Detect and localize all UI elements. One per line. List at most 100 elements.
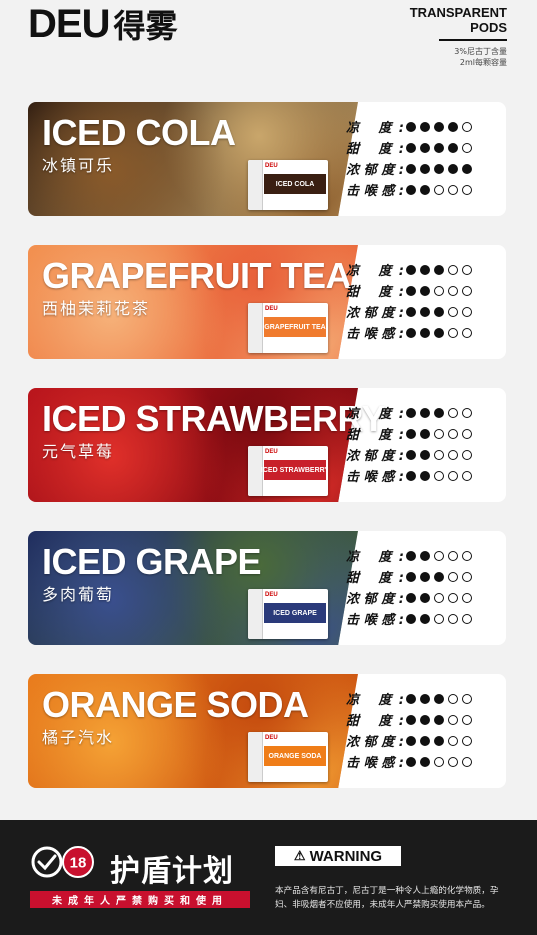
rating-dots — [406, 550, 476, 561]
rating-dot-filled — [420, 714, 430, 725]
rating-label: 甜 度: — [346, 714, 404, 729]
rating-dot-filled — [420, 428, 430, 439]
flavor-ratings: 凉 度: 甜 度: 浓郁度: 击喉感: — [346, 688, 476, 772]
rating-dot-empty — [448, 264, 458, 275]
rating-row-sweetness: 甜 度: — [346, 280, 476, 301]
warning-word: WARNING — [309, 847, 383, 865]
spec-volume: 2ml每颗容量 — [459, 58, 507, 67]
rating-dot-empty — [448, 735, 458, 746]
rating-dot-filled — [420, 592, 430, 603]
rating-dots — [406, 592, 476, 603]
rating-dot-empty — [448, 693, 458, 704]
age-18-badge-icon: 18 — [31, 846, 94, 878]
rating-dot-filled — [420, 550, 430, 561]
rating-dot-filled — [420, 285, 430, 296]
rating-row-throat-hit: 击喉感: — [346, 322, 476, 343]
rating-dot-filled — [434, 407, 444, 418]
rating-dots — [406, 184, 476, 195]
product-package: DEU ICED GRAPE — [248, 589, 328, 639]
rating-label: 凉 度: — [346, 264, 404, 279]
flavor-ratings: 凉 度: 甜 度: 浓郁度: 击喉感: — [346, 116, 476, 200]
rating-dot-empty — [462, 571, 472, 582]
rating-dot-empty — [448, 613, 458, 624]
rating-dot-filled — [434, 121, 444, 132]
flavor-ratings: 凉 度: 甜 度: 浓郁度: 击喉感: — [346, 545, 476, 629]
rating-dot-filled — [406, 613, 416, 624]
logo-chinese-name: 得雾 — [113, 7, 178, 45]
rating-dot-empty — [462, 693, 472, 704]
rating-row-richness: 浓郁度: — [346, 301, 476, 322]
rating-row-sweetness: 甜 度: — [346, 423, 476, 444]
package-brand: DEU — [265, 163, 278, 169]
flavor-name-en: GRAPEFRUIT TEA — [42, 255, 352, 296]
rating-dot-empty — [448, 407, 458, 418]
rating-dot-filled — [420, 449, 430, 460]
product-line-word2: PODS — [470, 20, 507, 35]
rating-dot-filled — [406, 142, 416, 153]
rating-dot-filled — [420, 693, 430, 704]
warning-text: 本产品含有尼古丁，尼古丁是一种令人上瘾的化学物质，孕妇、非吸烟者不应使用，未成年… — [275, 886, 499, 910]
package-flavor-label: ORANGE SODA — [264, 746, 326, 766]
rating-dot-filled — [434, 163, 444, 174]
rating-row-sweetness: 甜 度: — [346, 137, 476, 158]
package-side — [248, 303, 263, 353]
flavor-name-cn: 多肉葡萄 — [42, 585, 115, 604]
rating-dot-filled — [420, 163, 430, 174]
rating-row-throat-hit: 击喉感: — [346, 465, 476, 486]
rating-row-coolness: 凉 度: — [346, 259, 476, 280]
rating-dot-filled — [406, 571, 416, 582]
rating-dots — [406, 693, 476, 704]
package-flavor-label: ICED GRAPE — [264, 603, 326, 623]
flavor-card: ICED GRAPE 多肉葡萄 DEU ICED GRAPE 凉 度: 甜 度: 浓郁度: 击… — [28, 531, 506, 645]
rating-dots — [406, 407, 476, 418]
flavor-name-en: ORANGE SODA — [42, 684, 309, 725]
spec-nicotine: 3%尼古丁含量 — [454, 47, 507, 56]
rating-dots — [406, 121, 476, 132]
rating-dots — [406, 264, 476, 275]
rating-dot-filled — [420, 613, 430, 624]
rating-dots — [406, 571, 476, 582]
rating-dot-empty — [462, 327, 472, 338]
rating-dot-empty — [448, 550, 458, 561]
rating-dot-filled — [406, 163, 416, 174]
rating-label: 击喉感: — [346, 327, 404, 342]
rating-dot-empty — [448, 449, 458, 460]
rating-dot-empty — [462, 428, 472, 439]
rating-dot-empty — [448, 571, 458, 582]
flavor-name-en: ICED GRAPE — [42, 541, 262, 582]
rating-dot-empty — [448, 306, 458, 317]
product-line-title: TRANSPARENT PODS — [410, 5, 507, 45]
flavor-card: ICED COLA 冰镇可乐 DEU ICED COLA 凉 度: 甜 度: 浓郁度: 击喉感… — [28, 102, 506, 216]
flavor-ratings: 凉 度: 甜 度: 浓郁度: 击喉感: — [346, 259, 476, 343]
rating-dot-empty — [434, 449, 444, 460]
rating-dot-empty — [434, 470, 444, 481]
flavor-name-cn: 冰镇可乐 — [42, 156, 115, 175]
rating-dot-empty — [448, 184, 458, 195]
rating-label: 浓郁度: — [346, 735, 404, 750]
rating-dot-filled — [420, 735, 430, 746]
flavor-name-en: ICED COLA — [42, 112, 236, 153]
rating-label: 凉 度: — [346, 407, 404, 422]
product-package: DEU ICED STRAWBERRY — [248, 446, 328, 496]
product-package: DEU GRAPEFRUIT TEA — [248, 303, 328, 353]
rating-dot-empty — [448, 714, 458, 725]
rating-dots — [406, 142, 476, 153]
rating-dot-empty — [462, 306, 472, 317]
rating-dots — [406, 163, 476, 174]
rating-label: 甜 度: — [346, 285, 404, 300]
rating-dot-filled — [434, 735, 444, 746]
package-flavor-label: ICED COLA — [264, 174, 326, 194]
warning-label: ⚠ WARNING — [275, 846, 401, 866]
rating-dot-empty — [462, 550, 472, 561]
rating-dot-filled — [434, 571, 444, 582]
flavor-card: ORANGE SODA 橘子汽水 DEU ORANGE SODA 凉 度: 甜 度: 浓郁度… — [28, 674, 506, 788]
rating-dot-empty — [434, 428, 444, 439]
package-brand: DEU — [265, 592, 278, 598]
package-side — [248, 589, 263, 639]
rating-dot-empty — [448, 592, 458, 603]
rating-dot-filled — [406, 407, 416, 418]
rating-dots — [406, 756, 476, 767]
rating-row-throat-hit: 击喉感: — [346, 751, 476, 772]
rating-dot-filled — [406, 121, 416, 132]
rating-dots — [406, 613, 476, 624]
